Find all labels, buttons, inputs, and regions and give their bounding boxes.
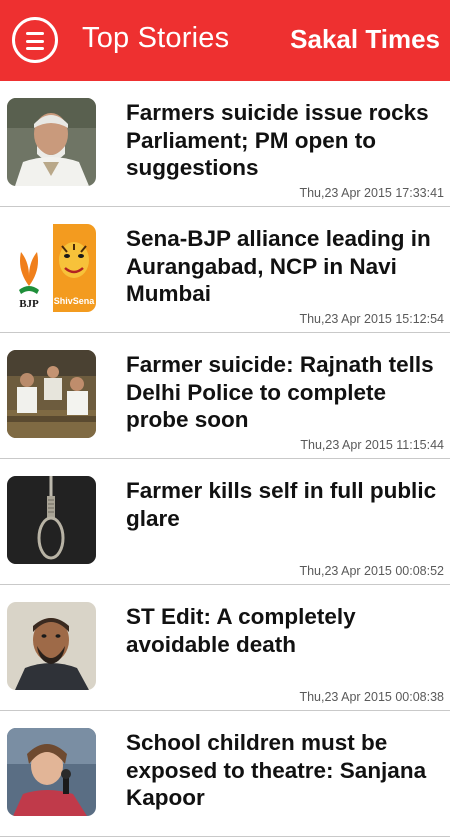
story-thumbnail xyxy=(7,602,96,690)
story-list: Farmers suicide issue rocks Parliament; … xyxy=(0,81,450,837)
story-headline: School children must be exposed to theat… xyxy=(126,730,427,810)
story-timestamp: Thu,23 Apr 2015 11:15:44 xyxy=(300,438,444,452)
story-headline: Farmer kills self in full public glare xyxy=(126,478,437,531)
story-thumbnail: BJP ShivSena xyxy=(7,224,96,312)
story-thumbnail xyxy=(7,476,96,564)
story-thumbnail xyxy=(7,98,96,186)
page-title: Top Stories xyxy=(82,22,230,54)
story-item[interactable]: ST Edit: A completely avoidable death Th… xyxy=(0,585,450,711)
bjp-shivsena-logos: BJP ShivSena xyxy=(7,224,96,312)
woman-speaking-photo xyxy=(7,728,96,816)
story-headline: Farmer suicide: Rajnath tells Delhi Poli… xyxy=(126,352,434,432)
story-item[interactable]: Farmer suicide: Rajnath tells Delhi Poli… xyxy=(0,333,450,459)
noose-photo xyxy=(7,476,96,564)
app-bar: Top Stories Sakal Times xyxy=(0,0,450,81)
politician-photo xyxy=(7,98,96,186)
parliament-photo xyxy=(7,350,96,438)
story-thumbnail xyxy=(7,350,96,438)
story-headline: ST Edit: A completely avoidable death xyxy=(126,604,356,657)
story-item[interactable]: School children must be exposed to theat… xyxy=(0,711,450,837)
story-timestamp: Thu,23 Apr 2015 15:12:54 xyxy=(299,312,444,326)
menu-bar xyxy=(26,47,44,50)
story-timestamp: Thu,23 Apr 2015 00:08:52 xyxy=(299,564,444,578)
story-headline: Sena-BJP alliance leading in Aurangabad,… xyxy=(126,226,431,306)
menu-bar xyxy=(26,39,44,43)
bjp-label: BJP xyxy=(19,298,39,310)
menu-icon[interactable] xyxy=(12,17,58,63)
story-timestamp: Thu,23 Apr 2015 00:08:38 xyxy=(299,690,444,704)
story-item[interactable]: BJP ShivSena Sena-BJP alliance leading i… xyxy=(0,207,450,333)
man-portrait-photo xyxy=(7,602,96,690)
story-item[interactable]: Farmer kills self in full public glare T… xyxy=(0,459,450,585)
story-headline: Farmers suicide issue rocks Parliament; … xyxy=(126,100,429,180)
story-item[interactable]: Farmers suicide issue rocks Parliament; … xyxy=(0,81,450,207)
story-timestamp: Thu,23 Apr 2015 17:33:41 xyxy=(299,186,444,200)
brand-logo[interactable]: Sakal Times xyxy=(290,24,440,55)
shivsena-label: ShivSena xyxy=(54,296,96,306)
menu-bar xyxy=(26,32,44,35)
story-thumbnail xyxy=(7,728,96,816)
